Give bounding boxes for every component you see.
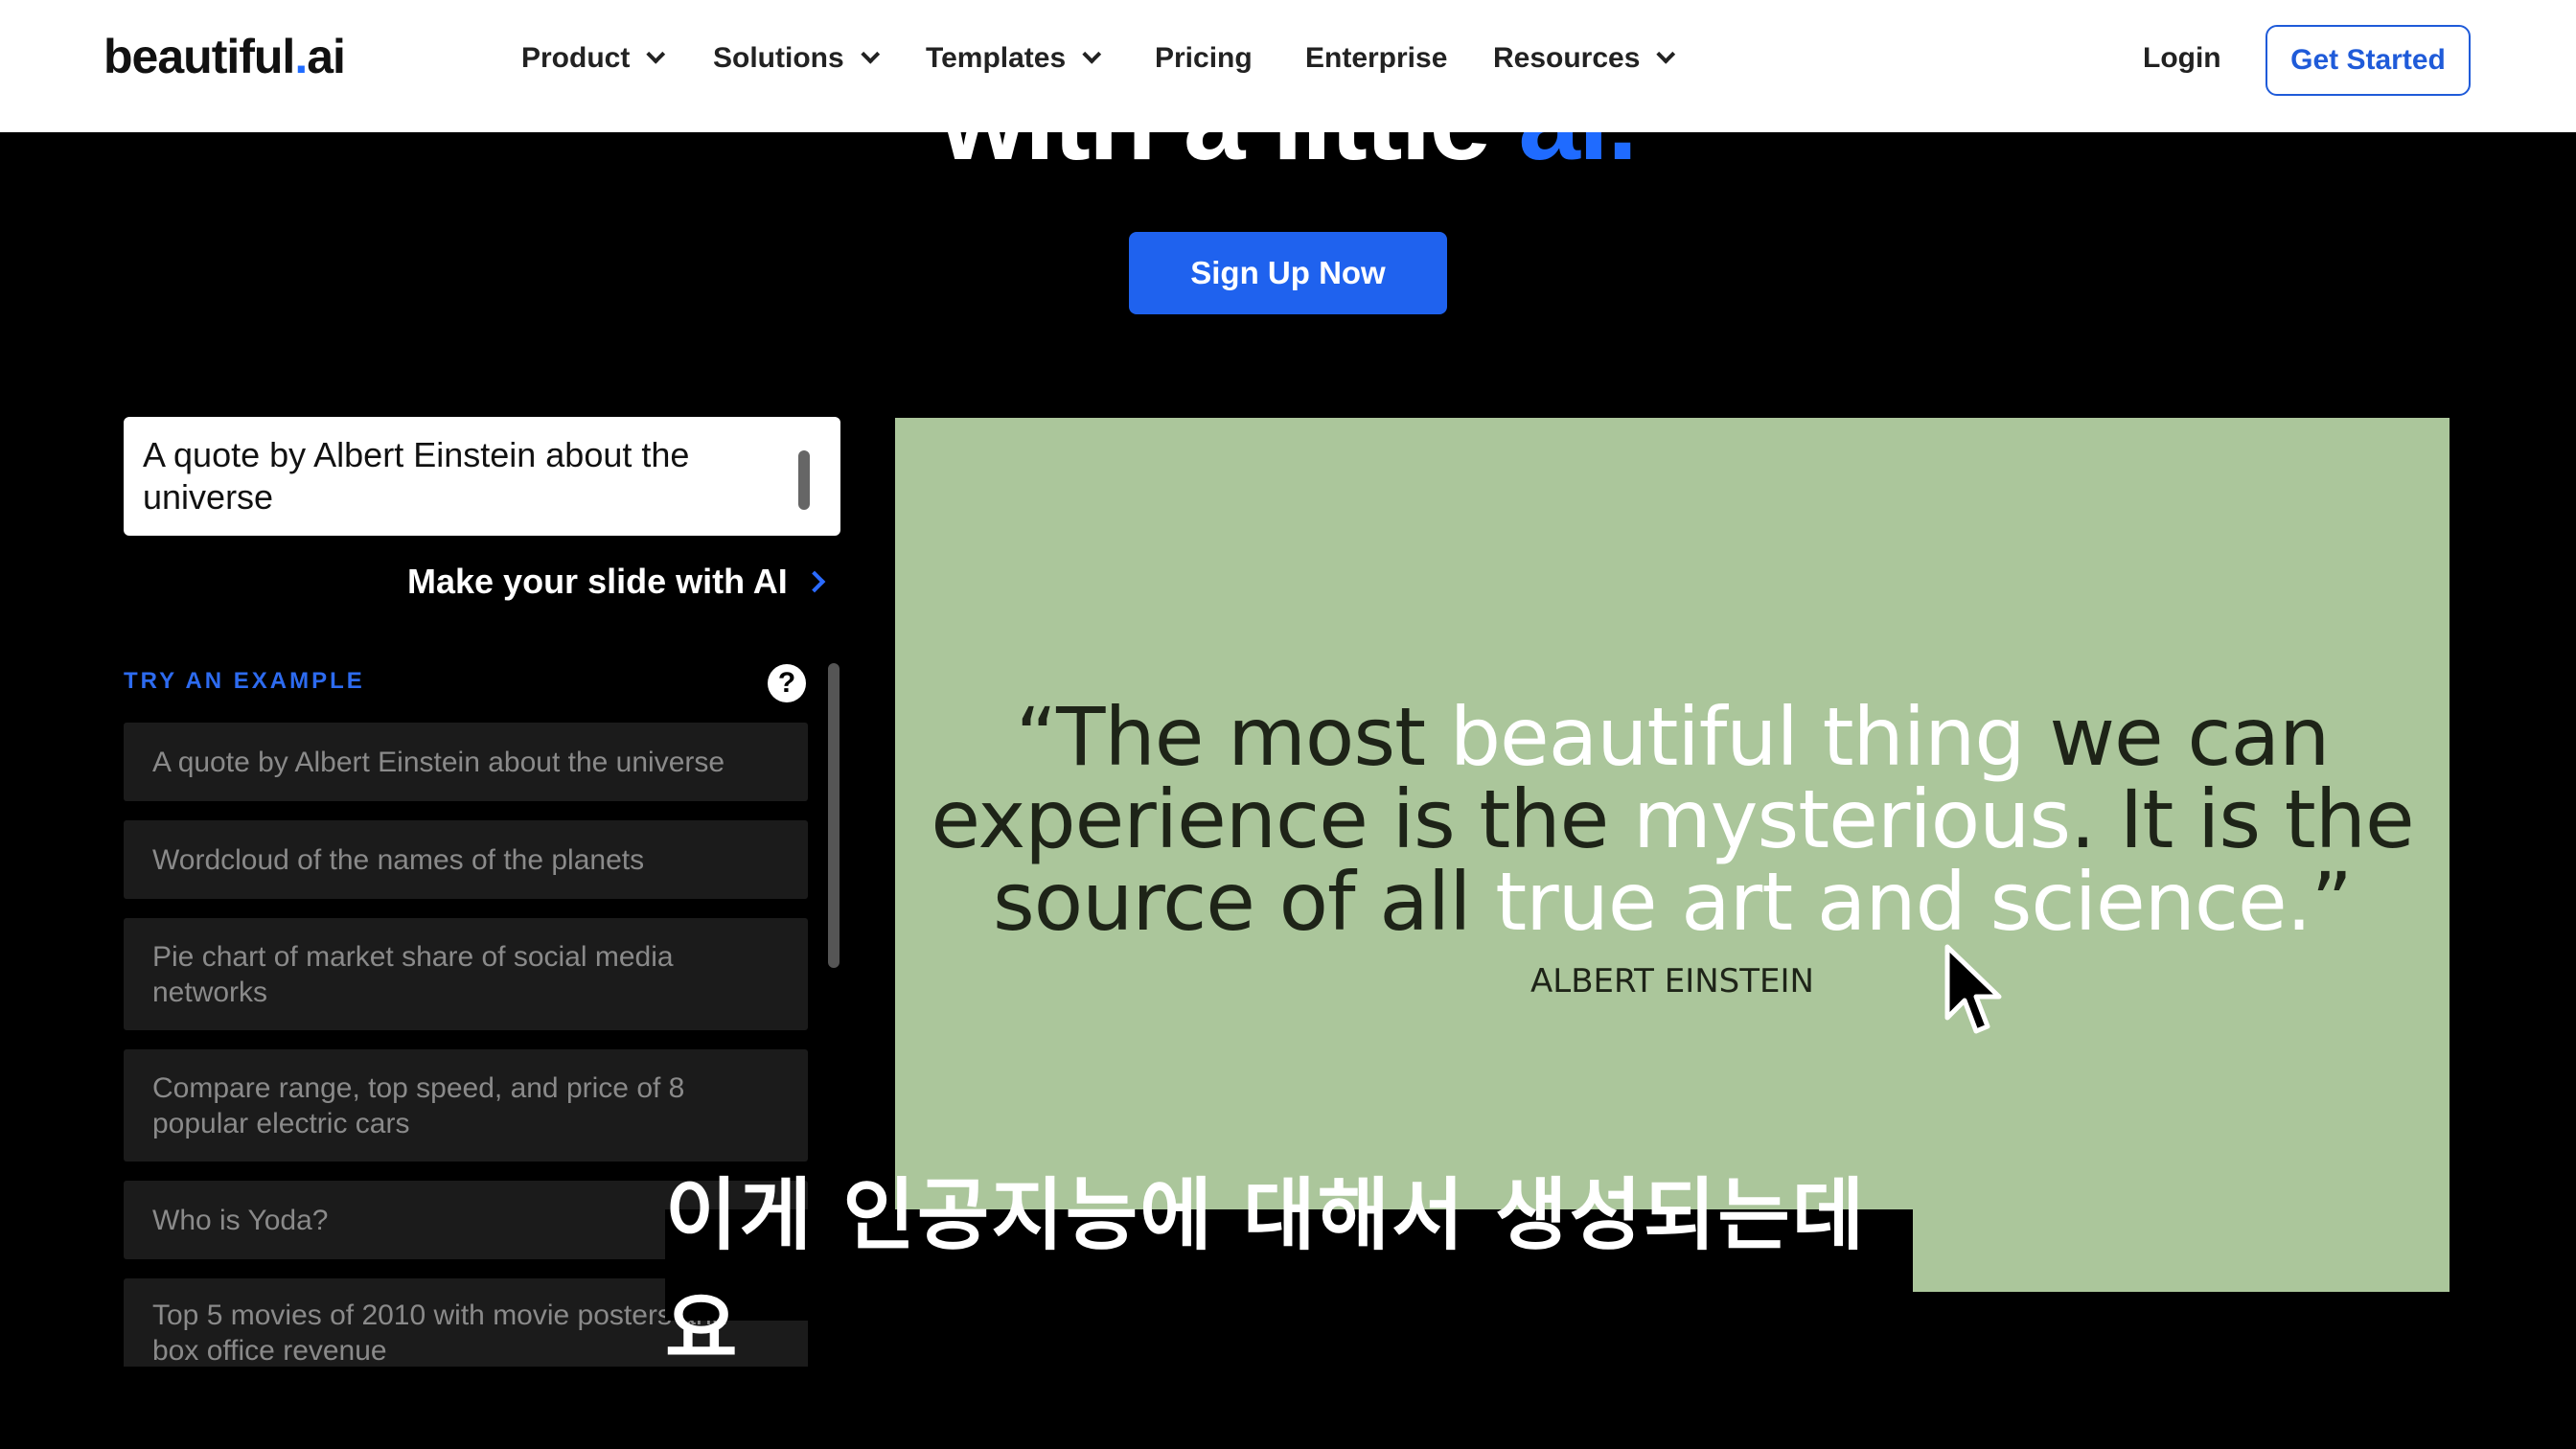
prompt-input[interactable]: A quote by Albert Einstein about the uni… [124,417,840,536]
chevron-down-icon [1656,44,1676,64]
login-link[interactable]: Login [2143,42,2221,75]
nav-item-templates[interactable]: Templates [926,42,1102,75]
chevron-right-icon [803,570,826,593]
video-caption: 이게 인공지능에 대해서 생성되는데요 [665,1170,1913,1375]
example-item[interactable]: Wordcloud of the names of the planets [124,820,808,899]
logo-main: beautiful [104,30,295,83]
logo-dot: . [294,30,308,83]
mouse-cursor-icon [1944,944,2002,1034]
logo[interactable]: beautiful.ai [104,29,346,84]
example-item[interactable]: A quote by Albert Einstein about the uni… [124,723,808,801]
quote-text: “The most [1015,690,1450,784]
chevron-down-icon [1082,44,1102,64]
logo-suffix: ai [307,30,346,83]
make-slide-label: Make your slide with AI [407,562,788,601]
example-item[interactable]: Pie chart of market share of social medi… [124,918,808,1030]
nav-item-pricing[interactable]: Pricing [1155,42,1253,75]
quote-highlight: beautiful thing [1449,690,2026,784]
nav-item-enterprise[interactable]: Enterprise [1305,42,1447,75]
prompt-scrollbar[interactable] [798,450,810,510]
nav-item-label: Solutions [713,42,844,74]
slide-author: ALBERT EINSTEIN [1530,962,1814,1000]
nav-item-label: Resources [1493,42,1641,74]
nav-item-product[interactable]: Product [521,42,666,75]
quote-highlight: mysterious [1632,772,2071,866]
nav-item-resources[interactable]: Resources [1493,42,1676,75]
examples-scrollbar[interactable] [828,663,840,968]
chevron-down-icon [646,44,666,64]
prompt-input-value: A quote by Albert Einstein about the uni… [143,435,690,517]
get-started-button[interactable]: Get Started [2266,25,2471,96]
nav-item-solutions[interactable]: Solutions [713,42,880,75]
examples-heading: TRY AN EXAMPLE [124,668,365,694]
make-slide-button[interactable]: Make your slide with AI [407,562,826,602]
top-nav: beautiful.ai Product Solutions Templates… [0,0,2576,132]
chevron-down-icon [860,44,880,64]
nav-item-label: Pricing [1155,42,1253,74]
example-item[interactable]: Compare range, top speed, and price of 8… [124,1049,808,1162]
nav-item-label: Product [521,42,631,74]
quote-text: ” [2311,855,2353,949]
sign-up-button[interactable]: Sign Up Now [1129,232,1447,314]
help-icon[interactable]: ? [768,664,806,702]
nav-item-label: Templates [926,42,1067,74]
nav-item-label: Enterprise [1305,42,1448,74]
slide-quote: “The most beautiful thing we can experie… [895,696,2450,943]
quote-highlight: true art and science. [1495,855,2312,949]
